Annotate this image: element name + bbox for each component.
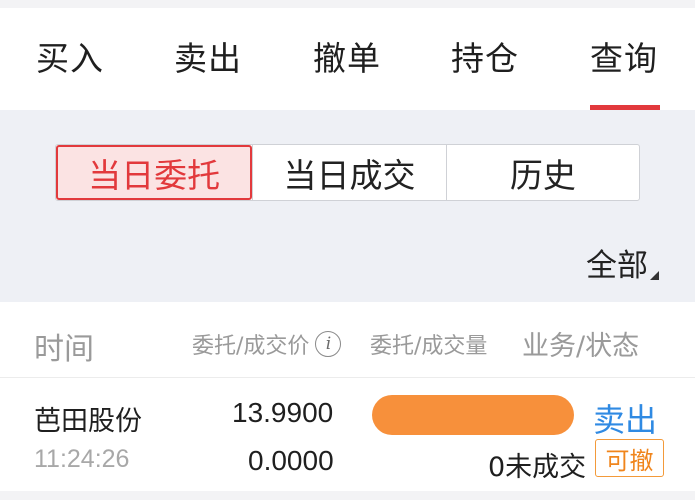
order-table-header: 时间 委托/成交价 i 委托/成交量 业务/状态	[0, 302, 695, 378]
order-quantity-masked-bar	[372, 395, 574, 435]
status-filter-dropdown[interactable]: 全部	[586, 240, 659, 285]
tab-cancel-order[interactable]: 撤单	[313, 32, 381, 102]
stock-name: 芭田股份	[34, 406, 142, 437]
query-type-segmented-control: 当日委托 当日成交 历史	[55, 144, 640, 201]
tab-sell[interactable]: 卖出	[174, 32, 242, 102]
column-header-quantity: 委托/成交量	[370, 334, 488, 359]
table-row[interactable]: 芭田股份 11:24:26 13.9900 0.0000 0未成交 卖出 可撤	[0, 379, 695, 491]
segment-history[interactable]: 历史	[445, 145, 639, 200]
order-time: 11:24:26	[34, 445, 130, 473]
tab-query[interactable]: 查询	[590, 32, 658, 102]
column-header-price: 委托/成交价 i	[192, 328, 342, 360]
deal-price: 0.0000	[248, 445, 334, 476]
order-price: 13.9900	[232, 397, 334, 428]
tab-buy[interactable]: 买入	[36, 32, 104, 102]
status-filter-label: 全部	[586, 248, 648, 284]
tab-positions[interactable]: 持仓	[451, 32, 519, 102]
bottom-strip	[0, 491, 695, 500]
filled-quantity-status: 0未成交	[488, 452, 587, 483]
cancel-order-button[interactable]: 可撤	[595, 439, 664, 477]
query-filter-area: 当日委托 当日成交 历史 全部	[0, 110, 695, 302]
segment-today-orders[interactable]: 当日委托	[56, 145, 253, 200]
column-header-status: 业务/状态	[522, 331, 640, 362]
order-side: 卖出	[593, 401, 658, 439]
column-header-price-label: 委托/成交价	[192, 334, 310, 359]
column-header-time: 时间	[34, 332, 94, 367]
dropdown-corner-icon	[650, 271, 659, 280]
trade-tabs: 买入 卖出 撤单 持仓 查询	[0, 8, 695, 110]
segment-today-deals[interactable]: 当日成交	[252, 145, 445, 200]
top-strip	[0, 0, 695, 8]
info-icon[interactable]: i	[315, 331, 342, 357]
